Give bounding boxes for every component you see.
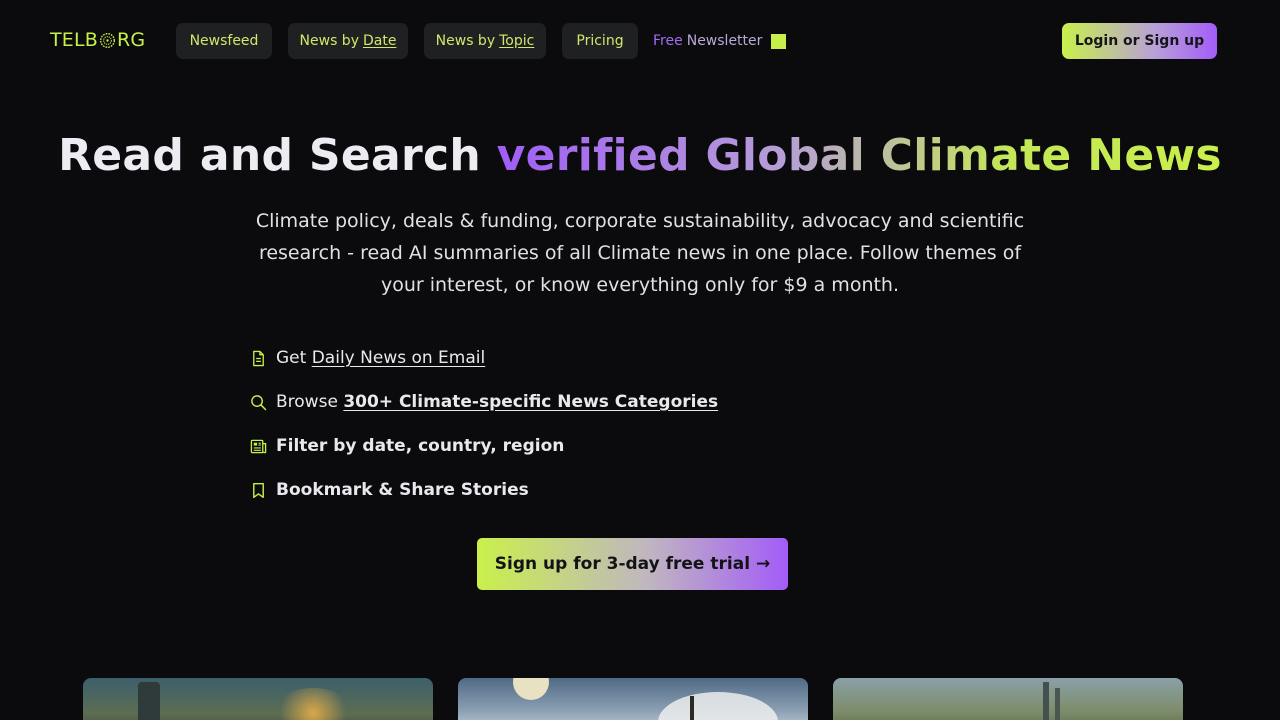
article-card-3[interactable] <box>833 678 1183 720</box>
nav-pricing-label: Pricing <box>576 33 624 49</box>
feature-bookmark-text: Bookmark & Share Stories <box>276 480 529 500</box>
newspaper-icon <box>250 439 267 453</box>
newsletter-word-free: Free <box>653 33 683 49</box>
nav-news-by-date-label: News by <box>299 33 359 49</box>
hero-subtitle: Climate policy, deals & funding, corpora… <box>255 210 1025 296</box>
feature-filter: Filter by date, country, region <box>250 424 850 468</box>
login-signup-button[interactable]: Login or Sign up <box>1062 23 1217 59</box>
nav-news-by-date[interactable]: News by Date <box>288 23 408 59</box>
card-1-tower <box>138 682 160 720</box>
hero-title: Read and Search verified Global Climate … <box>0 130 1280 181</box>
card-1-image <box>273 688 353 720</box>
newsletter-square-icon <box>771 33 787 49</box>
landing-page: TELB RG Newsfeed News by Date News by To… <box>0 0 1280 720</box>
site-header: TELB RG Newsfeed News by Date News by To… <box>0 0 1280 82</box>
article-card-1[interactable] <box>83 678 433 720</box>
feature-daily-email: Get Daily News on Email <box>250 336 850 380</box>
hero-title-gradient: verified Global Climate News <box>496 130 1222 181</box>
feature-daily-email-prefix: Get <box>276 348 307 368</box>
free-newsletter-link[interactable]: Free Newsletter <box>653 31 787 51</box>
categories-link[interactable]: 300+ Climate-specific News Categories <box>343 392 718 412</box>
card-3-chimney-2 <box>1055 688 1060 720</box>
free-trial-signup-button[interactable]: Sign up for 3-day free trial → <box>477 538 788 590</box>
nav-news-by-date-link: Date <box>362 33 397 49</box>
nav-pricing[interactable]: Pricing <box>562 23 638 59</box>
search-icon <box>251 394 267 410</box>
document-icon <box>253 350 264 366</box>
feature-bookmark: Bookmark & Share Stories <box>250 468 850 512</box>
logo-text-left: TELB <box>50 29 99 51</box>
card-2-cloud <box>658 692 778 720</box>
newsletter-word-newsletter: Newsletter <box>686 33 763 49</box>
telborg-logo[interactable]: TELB RG <box>50 29 145 51</box>
nav-newsfeed-label: Newsfeed <box>189 33 259 49</box>
feature-filter-text: Filter by date, country, region <box>276 436 565 456</box>
nav-news-by-topic-link: Topic <box>499 33 535 49</box>
feature-categories-prefix: Browse <box>276 392 338 412</box>
daily-news-email-link[interactable]: Daily News on Email <box>312 348 486 368</box>
card-3-chimney-1 <box>1043 682 1049 720</box>
nav-newsfeed[interactable]: Newsfeed <box>176 23 272 59</box>
nav-news-by-topic-label: News by <box>435 33 496 49</box>
feature-categories: Browse 300+ Climate-specific News Catego… <box>250 380 850 424</box>
feature-list: Get Daily News on Email Browse 300+ Clim… <box>250 336 850 512</box>
hero-title-plain: Read and Search <box>58 130 497 181</box>
article-card-2[interactable] <box>458 678 808 720</box>
logo-text-right: RG <box>117 29 146 51</box>
nav-news-by-topic[interactable]: News by Topic <box>424 23 546 59</box>
globe-icon <box>100 32 116 48</box>
card-2-moon <box>513 678 549 700</box>
card-2-palm-trunk <box>690 696 694 720</box>
bookmark-icon <box>253 482 264 498</box>
